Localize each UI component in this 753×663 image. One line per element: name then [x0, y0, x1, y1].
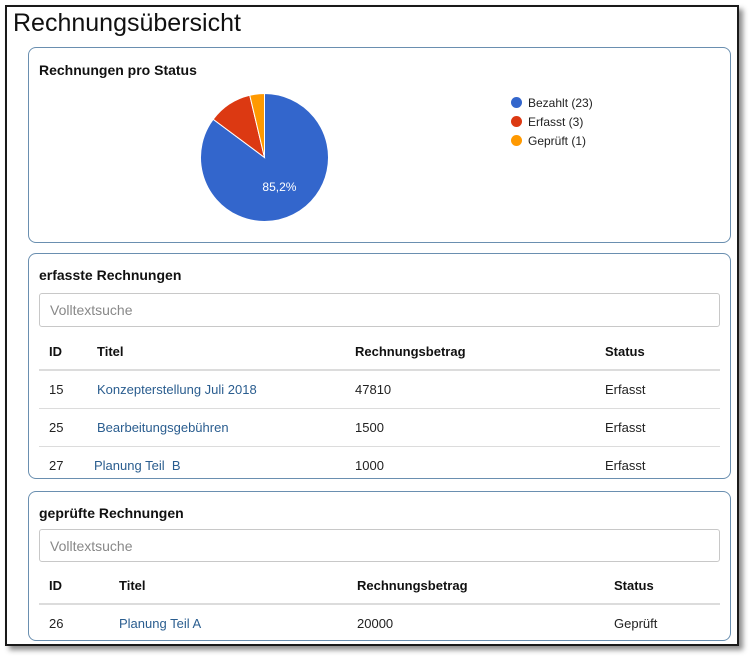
legend-dot-icon: [511, 135, 522, 146]
invoice-title-link[interactable]: Bearbeitungsgebühren: [97, 420, 229, 435]
table-row: 25 Bearbeitungsgebühren 1500 Erfasst: [39, 408, 720, 447]
erfasst-search-input[interactable]: [39, 293, 720, 327]
legend-label: Erfasst (3): [528, 114, 584, 129]
chart-legend: Bezahlt (23) Erfasst (3) Geprüft (1): [511, 93, 593, 150]
cell-id: 27: [49, 458, 64, 473]
cell-status: Geprüft: [614, 616, 658, 631]
cell-betrag: 47810: [355, 370, 605, 409]
pie-slice-label: 85,2%: [262, 180, 296, 194]
cell-status: Erfasst: [605, 408, 720, 447]
erfasst-panel-title: erfasste Rechnungen: [39, 267, 182, 283]
page-title: Rechnungsübersicht: [13, 9, 241, 37]
table-row: 27 Planung Teil B 1000 Erfasst: [39, 447, 720, 485]
cell-status: Erfasst: [605, 458, 646, 473]
table-row: 15 Konzepterstellung Juli 2018 47810 Erf…: [39, 370, 720, 409]
table-row: 26 Planung Teil A 20000 Geprüft: [39, 604, 720, 642]
legend-item-2[interactable]: Geprüft (1): [511, 131, 593, 150]
table-header-row: ID Titel Rechnungsbetrag Status: [39, 567, 720, 605]
cell-id: 15: [39, 370, 97, 409]
column-header-titel[interactable]: Titel: [97, 333, 355, 371]
column-header-id[interactable]: ID: [39, 567, 119, 605]
cell-id: 25: [39, 408, 97, 447]
cell-status: Erfasst: [605, 370, 720, 409]
legend-label: Geprüft (1): [528, 133, 587, 148]
geprueft-panel-title: geprüfte Rechnungen: [39, 505, 184, 521]
geprueft-table: ID Titel Rechnungsbetrag Status 26 Planu…: [39, 567, 720, 642]
chart-panel-title: Rechnungen pro Status: [39, 62, 197, 78]
column-header-id[interactable]: ID: [39, 333, 97, 371]
status-chart-panel: Rechnungen pro Status 85,2% Bezahlt (23)…: [28, 47, 731, 243]
table-header-row: ID Titel Rechnungsbetrag Status: [39, 333, 720, 371]
column-header-titel[interactable]: Titel: [119, 567, 357, 605]
gepruefte-rechnungen-panel: geprüfte Rechnungen ID Titel Rechnungsbe…: [28, 491, 731, 641]
column-header-status[interactable]: Status: [605, 333, 720, 371]
erfasste-rechnungen-panel: erfasste Rechnungen ID Titel Rechnungsbe…: [28, 253, 731, 479]
erfasst-table: ID Titel Rechnungsbetrag Status 15 Konze…: [39, 333, 720, 484]
legend-label: Bezahlt (23): [528, 95, 593, 110]
geprueft-search-input[interactable]: [39, 529, 720, 562]
legend-item-0[interactable]: Bezahlt (23): [511, 93, 593, 112]
legend-dot-icon: [511, 116, 522, 127]
column-header-status[interactable]: Status: [614, 567, 720, 605]
cell-betrag: 1500: [355, 408, 605, 447]
invoice-title-link[interactable]: Konzepterstellung Juli 2018: [97, 382, 257, 397]
cell-id: 26: [49, 616, 64, 631]
column-header-betrag[interactable]: Rechnungsbetrag: [357, 567, 614, 605]
invoice-title-link[interactable]: Planung Teil B: [94, 458, 181, 473]
cell-betrag: 1000: [355, 458, 384, 473]
app-window: Rechnungsübersicht Rechnungen pro Status…: [5, 5, 739, 646]
status-pie-chart: 85,2%: [200, 92, 329, 222]
legend-dot-icon: [511, 97, 522, 108]
legend-item-1[interactable]: Erfasst (3): [511, 112, 593, 131]
column-header-betrag[interactable]: Rechnungsbetrag: [355, 333, 605, 371]
cell-betrag: 20000: [357, 616, 394, 631]
invoice-title-link[interactable]: Planung Teil A: [119, 616, 201, 631]
